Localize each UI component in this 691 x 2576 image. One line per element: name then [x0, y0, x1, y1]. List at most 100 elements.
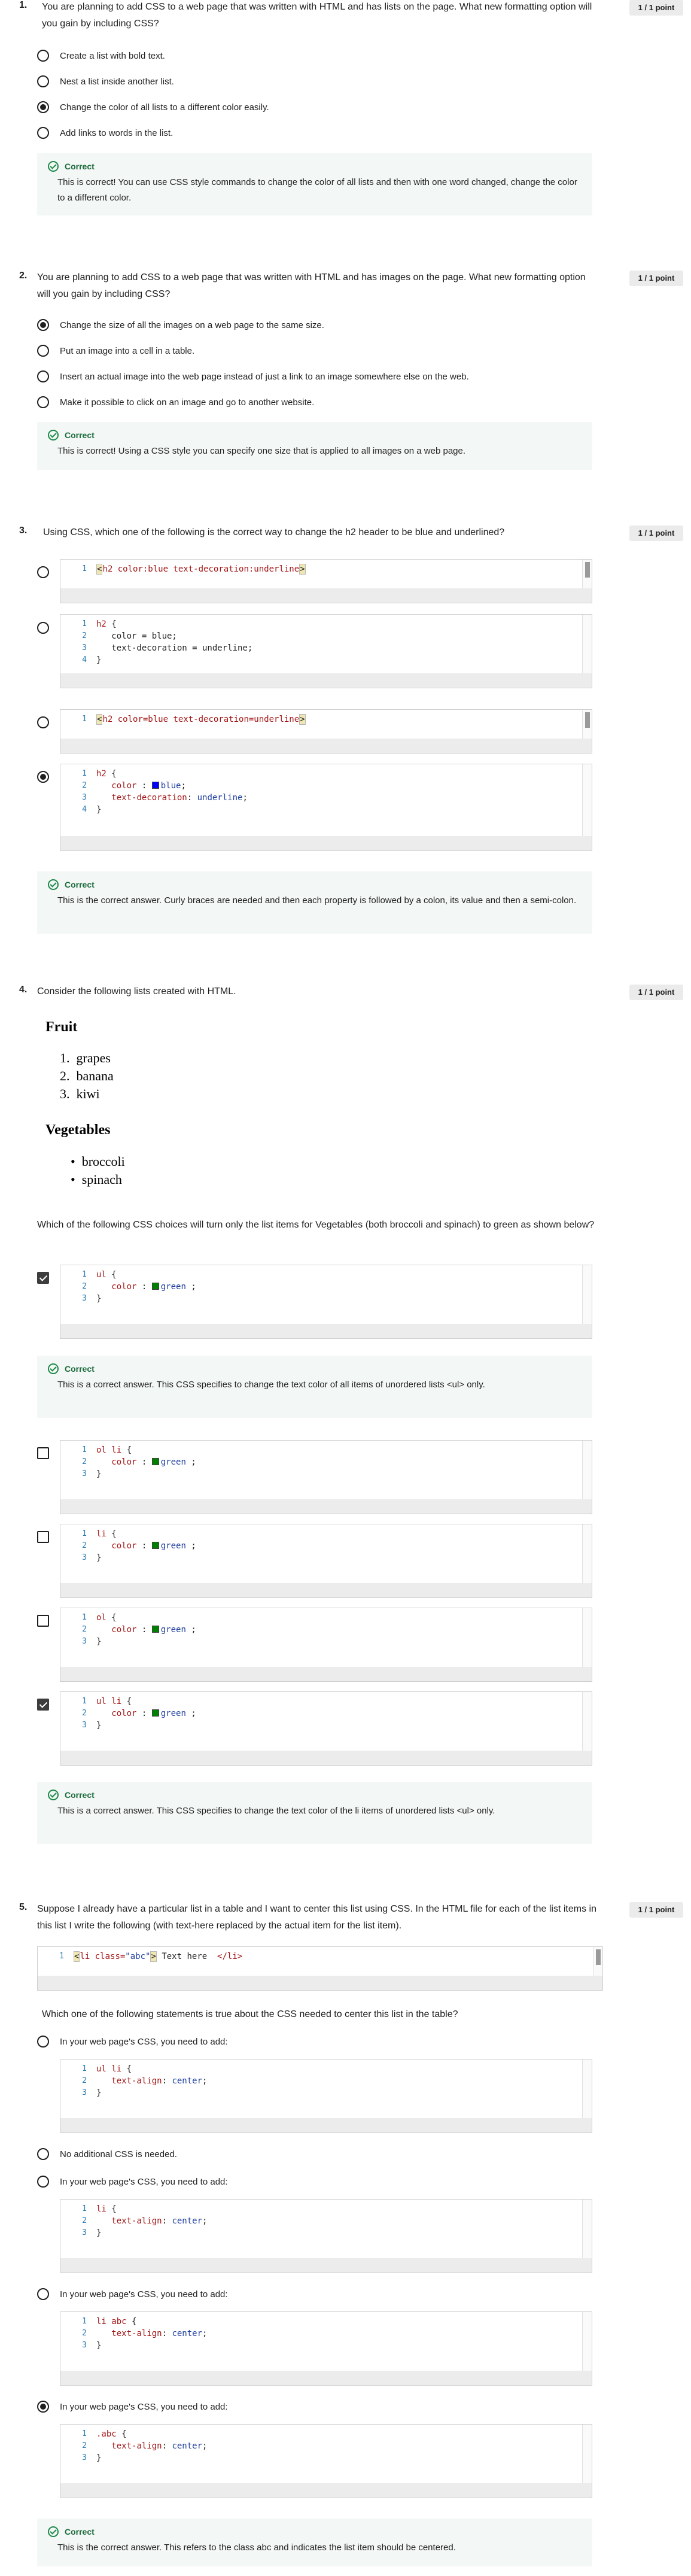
feedback-box: Correct This is a correct answer. This C…	[37, 1782, 592, 1844]
feedback-box: Correct This is a correct answer. This C…	[37, 1356, 592, 1418]
question-text: Using CSS, which one of the following is…	[43, 527, 505, 537]
scrollbar[interactable]	[582, 764, 592, 836]
radio-button[interactable]	[37, 716, 49, 728]
feedback-text: This is the correct answer. Curly braces…	[57, 895, 577, 906]
option[interactable]: Make it possible to click on an image an…	[37, 394, 314, 410]
vegetables-heading: Vegetables	[45, 1122, 111, 1138]
option[interactable]	[37, 1613, 49, 1629]
option[interactable]	[37, 1270, 49, 1286]
question-number: 3.	[19, 525, 28, 536]
scrollbar[interactable]	[582, 2200, 592, 2258]
feedback-label: Correct	[65, 430, 95, 440]
option[interactable]: Change the color of all lists to a diffe…	[37, 99, 269, 115]
question-text: Consider the following lists created wit…	[37, 986, 236, 997]
feedback-box: Correct This is correct! Using a CSS sty…	[37, 422, 592, 470]
option[interactable]: Change the size of all the images on a w…	[37, 317, 324, 333]
radio-button[interactable]	[37, 2401, 49, 2413]
check-circle-icon	[48, 1363, 59, 1374]
option[interactable]	[37, 564, 49, 580]
checkbox[interactable]	[37, 1699, 49, 1711]
list-item: 2. banana	[60, 1068, 114, 1083]
option[interactable]	[37, 620, 49, 636]
feedback-box: Correct This is the correct answer. This…	[37, 2519, 592, 2566]
code-block: 1 ol li { 2 color : green ; 3}	[60, 1440, 592, 1514]
radio-button[interactable]	[37, 2288, 49, 2300]
feedback-label: Correct	[65, 880, 95, 889]
scrollbar[interactable]	[582, 710, 592, 739]
question-text: You are planning to add CSS to a web pag…	[42, 2, 592, 29]
option[interactable]	[37, 769, 49, 785]
question-text: You are planning to add CSS to a web pag…	[37, 272, 586, 299]
radio-button[interactable]	[37, 50, 49, 62]
checkbox[interactable]	[37, 1531, 49, 1543]
option[interactable]: No additional CSS is needed.	[37, 2146, 177, 2162]
feedback-label: Correct	[65, 1364, 95, 1374]
radio-button[interactable]	[37, 345, 49, 357]
scrollbar[interactable]	[593, 1947, 602, 1976]
radio-button[interactable]	[37, 2148, 49, 2160]
radio-button[interactable]	[37, 319, 49, 331]
scrollbar[interactable]	[582, 1441, 592, 1499]
code-block: 1 <h2 color:blue text-decoration:underlin…	[60, 559, 592, 603]
list-item: • spinach	[71, 1172, 122, 1187]
code-block: 1 li { 2 text-align: center; 3}	[60, 2199, 592, 2273]
question-text: Suppose I already have a particular list…	[37, 1904, 596, 1931]
feedback-label: Correct	[65, 162, 95, 171]
list-item: 3. kiwi	[60, 1086, 100, 1101]
scrollbar[interactable]	[582, 1265, 592, 1324]
radio-button[interactable]	[37, 566, 49, 578]
scrollbar[interactable]	[582, 1524, 592, 1583]
question-number: 1.	[19, 0, 28, 10]
radio-button[interactable]	[37, 396, 49, 408]
option[interactable]: Put an image into a cell in a table.	[37, 343, 194, 359]
radio-button[interactable]	[37, 370, 49, 382]
option[interactable]: In your web page's CSS, you need to add:	[37, 2286, 228, 2302]
code-block: 1 li { 2 color : green ; 3}	[60, 1524, 592, 1598]
feedback-text: This is correct! Using a CSS style you c…	[57, 446, 466, 456]
checkbox[interactable]	[37, 1615, 49, 1627]
code-block: 1 ol { 2 color : green ; 3}	[60, 1608, 592, 1682]
radio-button[interactable]	[37, 2036, 49, 2048]
option[interactable]	[37, 1697, 49, 1712]
feedback-label: Correct	[65, 1790, 95, 1800]
feedback-text: This is correct! You can use CSS style c…	[57, 177, 577, 203]
option[interactable]: In your web page's CSS, you need to add:	[37, 2034, 228, 2049]
check-circle-icon	[48, 2526, 59, 2537]
option[interactable]	[37, 1529, 49, 1545]
scrollbar[interactable]	[582, 1608, 592, 1667]
code-block: 1 h2 { 2 color : blue; 3 text-decoration:…	[60, 764, 592, 851]
option[interactable]	[37, 1445, 49, 1461]
scrollbar[interactable]	[582, 1692, 592, 1751]
option[interactable]	[37, 715, 49, 730]
checkbox[interactable]	[37, 1272, 49, 1284]
scrollbar[interactable]	[582, 2059, 592, 2118]
quiz-page: 1. You are planning to add CSS to a web …	[0, 0, 691, 2576]
option[interactable]: Add links to words in the list.	[37, 125, 173, 141]
question-number: 5.	[19, 1902, 28, 1912]
code-block: 1 ul { 2 color : green ; 3}	[60, 1265, 592, 1339]
option[interactable]: In your web page's CSS, you need to add:	[37, 2174, 228, 2189]
radio-button[interactable]	[37, 771, 49, 783]
scrollbar[interactable]	[582, 2312, 592, 2371]
option[interactable]: Insert an actual image into the web page…	[37, 369, 469, 384]
points-badge: 1 / 1 point	[629, 525, 683, 541]
radio-button[interactable]	[37, 101, 49, 113]
code-block: 1 ul li { 2 color : green ; 3}	[60, 1691, 592, 1766]
option[interactable]: Nest a list inside another list.	[37, 74, 174, 89]
option[interactable]: Create a list with bold text.	[37, 48, 165, 63]
feedback-box: Correct This is correct! You can use CSS…	[37, 153, 592, 215]
radio-button[interactable]	[37, 75, 49, 87]
list-item: 1. grapes	[60, 1050, 111, 1065]
option[interactable]: In your web page's CSS, you need to add:	[37, 2399, 228, 2414]
radio-button[interactable]	[37, 127, 49, 139]
points-badge: 1 / 1 point	[629, 271, 683, 286]
feedback-text: This is the correct answer. This refers …	[57, 2542, 456, 2553]
check-circle-icon	[48, 1790, 59, 1800]
radio-button[interactable]	[37, 2176, 49, 2188]
scrollbar[interactable]	[582, 2425, 592, 2483]
list-item: • broccoli	[71, 1154, 125, 1169]
scrollbar[interactable]	[582, 615, 592, 673]
checkbox[interactable]	[37, 1447, 49, 1459]
scrollbar[interactable]	[582, 560, 592, 588]
radio-button[interactable]	[37, 622, 49, 634]
